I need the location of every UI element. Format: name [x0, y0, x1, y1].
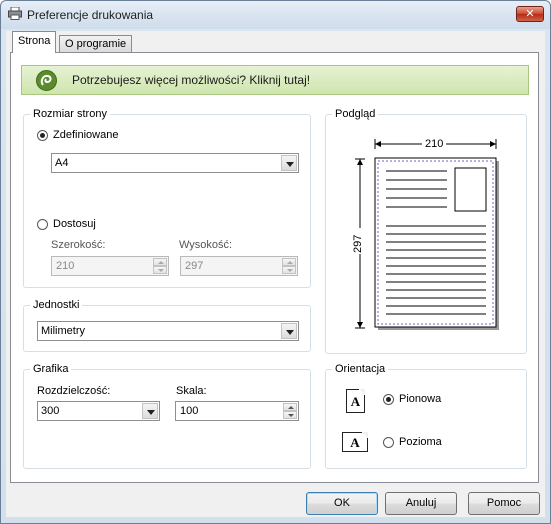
page-size-legend: Rozmiar strony	[30, 108, 110, 120]
graphics-legend: Grafika	[30, 363, 72, 375]
page-size-select[interactable]: A4	[51, 153, 299, 173]
predefined-label: Zdefiniowane	[53, 129, 119, 141]
spin-down-icon[interactable]	[282, 266, 296, 274]
dialog-client: Strona O programie Potrzebujesz więcej m…	[6, 31, 545, 517]
printer-icon	[8, 7, 22, 20]
portrait-icon-letter: A	[350, 394, 361, 409]
title-bar[interactable]: Preferencje drukowania ✕	[1, 1, 550, 29]
tab-strona[interactable]: Strona	[12, 31, 57, 53]
spin-up-icon[interactable]	[282, 258, 296, 266]
scale-spinner[interactable]: 100	[175, 401, 299, 421]
chevron-down-icon[interactable]	[281, 155, 297, 171]
tab-label: Strona	[18, 35, 51, 47]
units-legend: Jednostki	[30, 299, 83, 311]
help-button[interactable]: Pomoc	[468, 492, 540, 515]
landscape-icon-letter: A	[350, 435, 360, 450]
resolution-select[interactable]: 300	[37, 401, 160, 421]
landscape-page-icon: A	[342, 432, 368, 452]
chevron-down-icon[interactable]	[142, 403, 158, 419]
printer-brand-icon	[36, 70, 57, 91]
upgrade-banner[interactable]: Potrzebujesz więcej możliwości? Kliknij …	[21, 65, 529, 95]
spin-up-icon[interactable]	[283, 403, 297, 411]
chevron-down-icon[interactable]	[281, 323, 297, 339]
ok-button-label: OK	[334, 497, 350, 509]
landscape-label: Pozioma	[399, 436, 442, 448]
height-value: 297	[185, 260, 204, 272]
width-spinner[interactable]: 210	[51, 256, 169, 276]
preview-height-dimension: 297	[352, 234, 364, 253]
cancel-button[interactable]: Anuluj	[385, 492, 457, 515]
width-value: 210	[56, 260, 75, 272]
height-spinner[interactable]: 297	[180, 256, 298, 276]
scale-value: 100	[180, 405, 199, 417]
close-button[interactable]: ✕	[516, 6, 544, 22]
tab-o-programie[interactable]: O programie	[59, 35, 133, 52]
units-group: Jednostki Milimetry	[23, 299, 311, 352]
banner-text[interactable]: Potrzebujesz więcej możliwości? Kliknij …	[72, 73, 310, 87]
height-label: Wysokość:	[179, 239, 233, 251]
spin-up-icon[interactable]	[153, 258, 167, 266]
scale-label: Skala:	[176, 385, 207, 397]
ok-button[interactable]: OK	[306, 492, 378, 515]
units-select[interactable]: Milimetry	[37, 321, 299, 341]
orientation-group: Orientacja A Pionowa A Pozioma	[325, 363, 527, 469]
custom-label: Dostosuj	[53, 218, 96, 230]
resolution-label: Rozdzielczość:	[37, 385, 111, 397]
preview-width-dimension: 210	[425, 138, 444, 150]
page-size-value: A4	[55, 157, 69, 169]
close-icon: ✕	[525, 8, 535, 20]
cancel-button-label: Anuluj	[405, 497, 437, 509]
help-button-label: Pomoc	[486, 497, 522, 509]
resolution-value: 300	[41, 405, 60, 417]
predefined-radio[interactable]	[37, 130, 48, 141]
print-preferences-window: Preferencje drukowania ✕ Strona O progra…	[0, 0, 551, 524]
page-size-group: Rozmiar strony Zdefiniowane A4 Dostosuj …	[23, 108, 311, 288]
width-label: Szerokość:	[51, 239, 106, 251]
portrait-page-icon: A	[346, 389, 365, 413]
portrait-label: Pionowa	[399, 393, 442, 405]
landscape-radio[interactable]	[383, 437, 394, 448]
spin-down-icon[interactable]	[283, 411, 297, 419]
orientation-legend: Orientacja	[332, 363, 389, 375]
tab-label: O programie	[65, 38, 127, 50]
portrait-radio[interactable]	[383, 394, 394, 405]
graphics-group: Grafika Rozdzielczość: 300 Skala: 100	[23, 363, 311, 469]
preview-group: Podgląd 210 297	[325, 108, 527, 354]
spin-down-icon[interactable]	[153, 266, 167, 274]
units-value: Milimetry	[41, 325, 85, 337]
custom-radio[interactable]	[37, 219, 48, 230]
window-title: Preferencje drukowania	[27, 8, 154, 22]
